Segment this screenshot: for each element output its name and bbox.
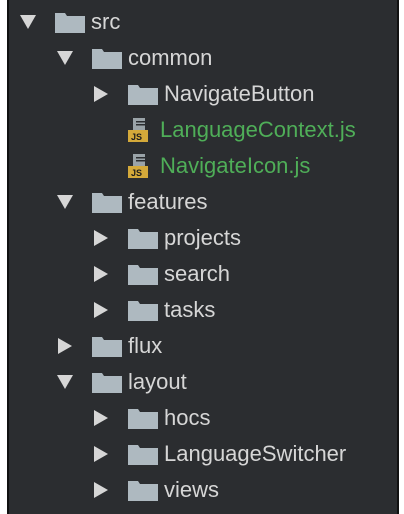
tree-item-navigate-button[interactable]: NavigateButton: [9, 76, 397, 112]
js-file-icon: JS: [128, 154, 150, 178]
no-arrow-spacer: [92, 121, 110, 139]
file-tree: src common NavigateButton JS LanguageCon…: [9, 0, 397, 508]
tree-item-hocs[interactable]: hocs: [9, 400, 397, 436]
tree-item-layout[interactable]: layout: [9, 364, 397, 400]
folder-icon: [128, 83, 158, 105]
chevron-right-icon[interactable]: [56, 337, 74, 355]
chevron-down-icon[interactable]: [56, 193, 74, 211]
tree-item-language-switcher[interactable]: LanguageSwitcher: [9, 436, 397, 472]
tree-item-label: common: [128, 45, 213, 70]
chevron-down-icon[interactable]: [56, 49, 74, 67]
tree-item-label: LanguageContext.js: [160, 117, 356, 142]
tree-item-flux[interactable]: flux: [9, 328, 397, 364]
tree-item-label: projects: [164, 225, 242, 250]
tree-item-label: search: [164, 261, 231, 286]
js-file-icon: JS: [128, 118, 150, 142]
tree-item-label: layout: [128, 369, 187, 394]
svg-text:JS: JS: [131, 168, 142, 178]
tree-item-label: LanguageSwitcher: [164, 441, 347, 466]
chevron-right-icon[interactable]: [92, 301, 110, 319]
tree-item-label: features: [128, 189, 208, 214]
svg-text:JS: JS: [131, 132, 142, 142]
tree-item-label: flux: [128, 333, 163, 358]
tree-item-projects[interactable]: projects: [9, 220, 397, 256]
tree-item-features[interactable]: features: [9, 184, 397, 220]
folder-icon: [92, 47, 122, 69]
chevron-down-icon[interactable]: [56, 373, 74, 391]
tree-item-label: tasks: [164, 297, 216, 322]
folder-icon: [128, 299, 158, 321]
folder-icon: [128, 407, 158, 429]
no-arrow-spacer: [92, 157, 110, 175]
tree-item-search[interactable]: search: [9, 256, 397, 292]
chevron-right-icon[interactable]: [92, 481, 110, 499]
project-tree-panel: src common NavigateButton JS LanguageCon…: [7, 0, 399, 514]
chevron-right-icon[interactable]: [92, 409, 110, 427]
tree-item-navigate-icon[interactable]: JS NavigateIcon.js: [9, 148, 397, 184]
chevron-right-icon[interactable]: [92, 85, 110, 103]
tree-item-label: views: [164, 477, 220, 502]
chevron-right-icon[interactable]: [92, 445, 110, 463]
folder-icon: [92, 191, 122, 213]
tree-item-language-context[interactable]: JS LanguageContext.js: [9, 112, 397, 148]
folder-icon: [128, 263, 158, 285]
folder-icon: [128, 227, 158, 249]
tree-item-label: src: [91, 9, 121, 34]
tree-item-views[interactable]: views: [9, 472, 397, 508]
tree-item-label: NavigateButton: [164, 81, 315, 106]
folder-icon: [128, 479, 158, 501]
folder-icon: [128, 443, 158, 465]
chevron-right-icon[interactable]: [92, 265, 110, 283]
folder-icon: [55, 11, 85, 33]
folder-icon: [92, 371, 122, 393]
chevron-down-icon[interactable]: [19, 13, 37, 31]
tree-item-tasks[interactable]: tasks: [9, 292, 397, 328]
tree-item-label: hocs: [164, 405, 211, 430]
tree-item-label: NavigateIcon.js: [160, 153, 311, 178]
tree-item-common[interactable]: common: [9, 40, 397, 76]
chevron-right-icon[interactable]: [92, 229, 110, 247]
tree-item-src[interactable]: src: [9, 4, 397, 40]
folder-icon: [92, 335, 122, 357]
